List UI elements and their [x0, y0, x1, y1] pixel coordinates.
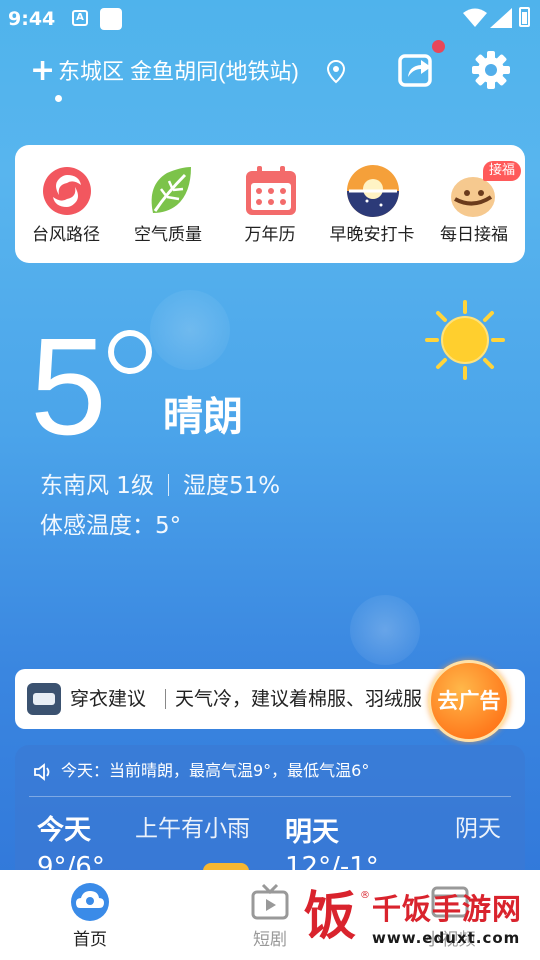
leaf-icon [151, 167, 191, 213]
location-pin-icon [327, 60, 345, 84]
menu-item-calendar[interactable]: 万年历 [219, 145, 321, 263]
divider [165, 689, 166, 709]
clothing-title: 穿衣建议 [70, 688, 147, 710]
app-notification-icon [100, 8, 122, 30]
current-temperature: 5 [30, 310, 107, 464]
speaker-icon[interactable] [33, 763, 53, 781]
status-time: 9:44 [8, 8, 56, 30]
sunrise-icon [347, 165, 399, 217]
menu-item-label: 每日接福 [440, 225, 508, 245]
menu-item-label: 空气质量 [134, 225, 202, 245]
clothing-icon [27, 683, 61, 715]
location-label[interactable]: 东城区 金鱼胡同(地铁站) [58, 57, 299, 87]
weather-broadcast[interactable]: 今天：当前晴朗，最高气温9°，最低气温6° [61, 759, 369, 783]
watermark-logo: 饭 [304, 886, 357, 947]
today-label: 今天 [37, 815, 91, 846]
menu-item-label: 万年历 [244, 225, 296, 245]
signal-icon [490, 8, 512, 28]
menu-item-label: 台风路径 [32, 225, 100, 245]
wind-humidity-line: 东南风 1级 湿度51% [40, 470, 280, 502]
watermark-name: 千饭手游网 [372, 892, 523, 926]
menu-item-label: 早晚安打卡 [329, 225, 415, 245]
sun-icon [425, 300, 505, 380]
today-description: 上午有小雨 [135, 816, 250, 842]
nav-home[interactable]: 首页 [40, 870, 140, 960]
background-bokeh [150, 290, 230, 370]
wind-info: 东南风 1级 [40, 473, 154, 499]
notification-icon: A [72, 10, 88, 26]
degree-symbol [108, 330, 152, 374]
divider [29, 796, 511, 797]
add-city-icon[interactable]: + [30, 56, 55, 86]
weather-condition: 晴朗 [163, 394, 243, 440]
battery-icon [519, 7, 530, 27]
typhoon-icon [43, 167, 91, 215]
page-indicator-dot [55, 95, 62, 102]
registered-mark: ® [360, 890, 370, 901]
tv-icon [251, 883, 289, 920]
divider [167, 474, 169, 496]
menu-item-typhoon[interactable]: 台风路径 [15, 145, 117, 263]
wifi-icon [463, 8, 487, 27]
forecast-card: 今天：当前晴朗，最高气温9°，最低气温6° 今天 上午有小雨 9°/6° 明天 … [15, 745, 525, 885]
status-bar: 9:44 A [0, 0, 540, 36]
remove-ads-button[interactable]: 去广告 [428, 660, 510, 742]
humidity-info: 湿度51% [182, 473, 281, 499]
home-cloud-icon [71, 883, 109, 921]
background-bokeh [350, 595, 420, 665]
menu-item-blessing[interactable]: 接福 每日接福 [423, 145, 525, 263]
watermark-url: www.eduxt.com [372, 929, 521, 947]
share-notification-dot [432, 40, 445, 53]
quick-menu-card: 台风路径 空气质量 万年历 早晚安打卡 接福 每日接福 [15, 145, 525, 263]
menu-item-checkin[interactable]: 早晚安打卡 [321, 145, 423, 263]
nav-label: 首页 [73, 930, 107, 950]
gear-icon[interactable] [471, 50, 511, 90]
share-icon[interactable] [397, 50, 435, 88]
blessing-badge: 接福 [482, 161, 521, 181]
tomorrow-description: 阴天 [455, 816, 501, 842]
clothing-text: 天气冷，建议着棉服、羽绒服 [175, 688, 423, 710]
site-watermark: 饭 ® 千饭手游网 www.eduxt.com [298, 884, 540, 960]
calendar-icon [246, 166, 296, 215]
menu-item-air-quality[interactable]: 空气质量 [117, 145, 219, 263]
tomorrow-label: 明天 [285, 817, 339, 848]
feels-like: 体感温度：5° [40, 513, 182, 539]
